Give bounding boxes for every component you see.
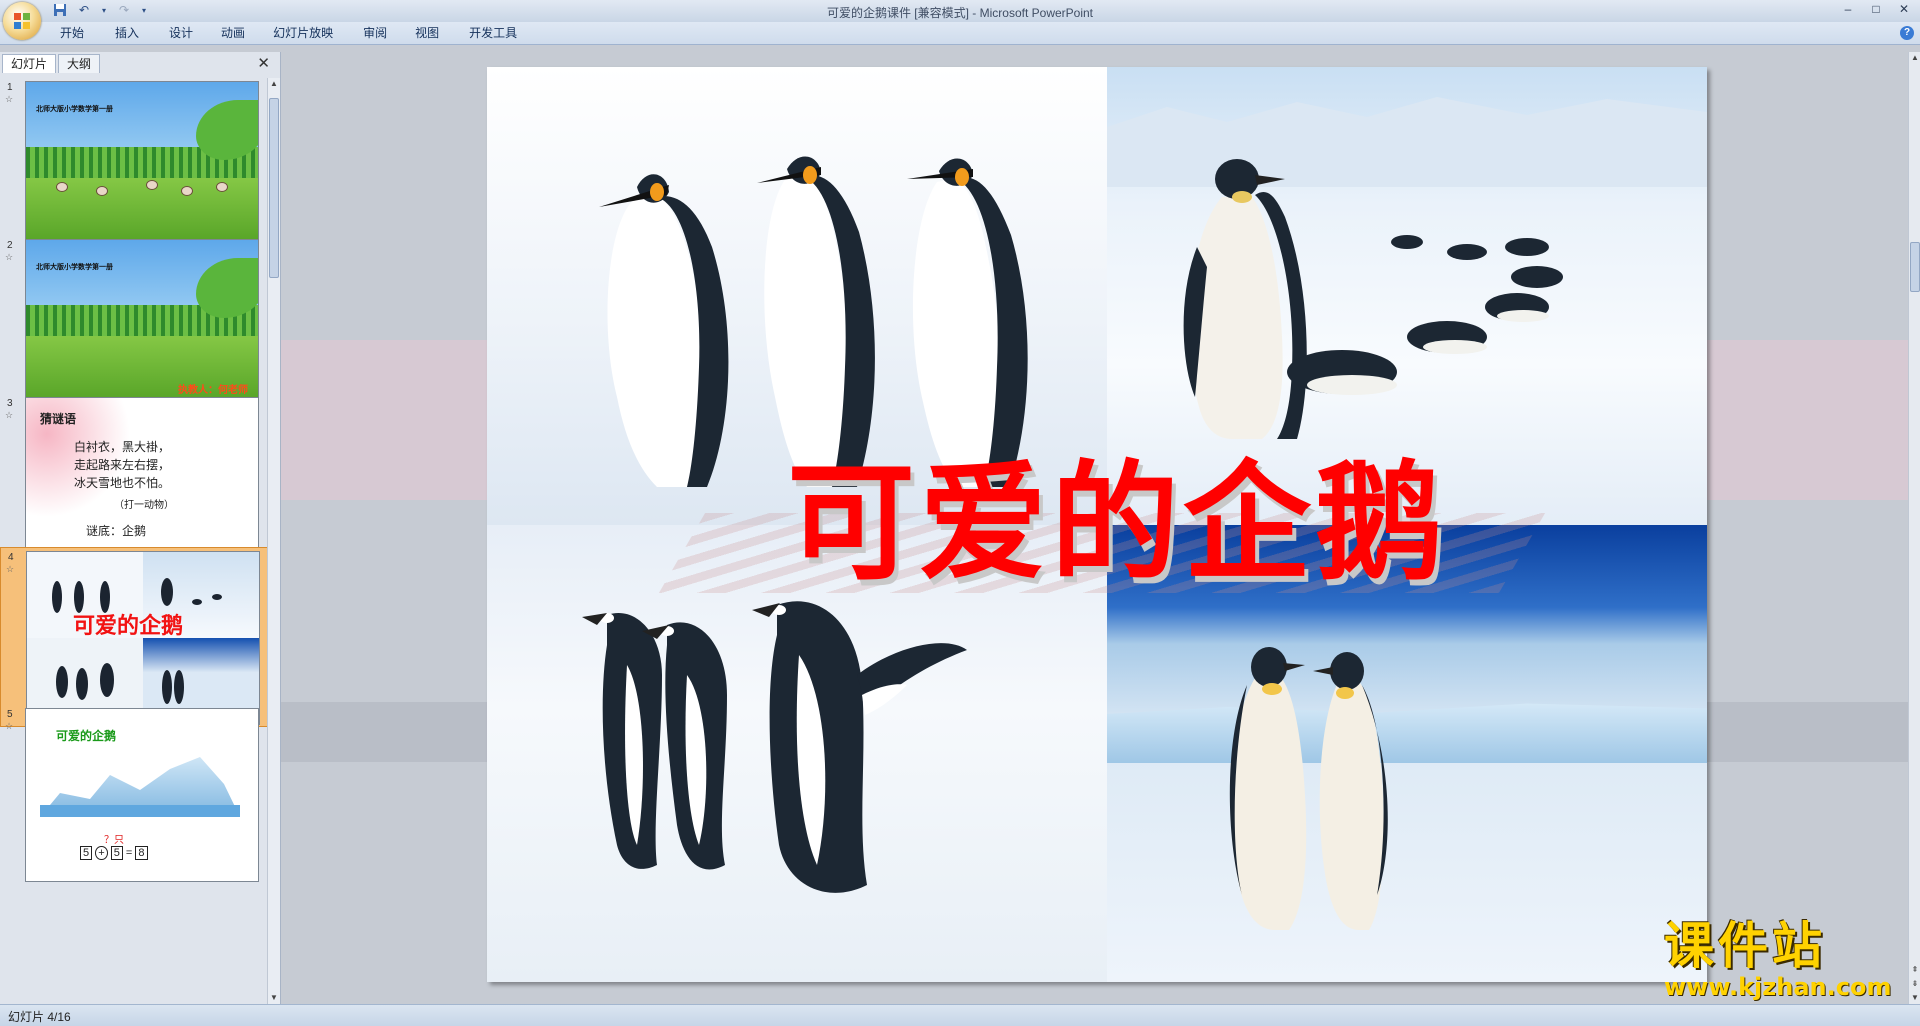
office-logo-icon [14,13,30,29]
equation-box: 5 [80,846,93,860]
scroll-up-icon[interactable]: ▲ [1909,52,1920,64]
thumbnail-preview: 可爱的企鹅 ？只 5 + 5 = 8 [25,708,259,882]
equation-box: 8 [135,846,148,860]
riddle-line: 走起路来左右摆， [74,458,171,472]
sheep-image [146,180,158,190]
tab-animations[interactable]: 动画 [221,25,273,42]
slide-number: 5 [7,709,13,720]
slide-number: 4 [8,552,14,563]
title-bar: ↶ ▾ ↷ ▾ 可爱的企鹅课件 [兼容模式] - Microsoft Power… [0,0,1920,22]
slide-number: 3 [7,398,13,409]
sheep-image [96,186,108,196]
riddle-answer: 谜底：企鹅 [86,524,147,538]
thumbnail-title: 北师大版小学数学第一册 [36,106,113,113]
slide-number: 1 [7,82,13,93]
animation-star-icon: ☆ [6,564,15,574]
tab-design[interactable]: 设计 [169,25,221,42]
next-slide-icon[interactable]: ⇟ [1909,978,1920,990]
previous-slide-icon[interactable]: ⇞ [1909,964,1920,976]
riddle-line: 冰天雪地也不怕。 [74,476,171,490]
question-text: ？只 [104,835,124,846]
slide-thumbnail-5[interactable]: 5 ☆ 可爱的企鹅 ？只 5 + 5 = 8 [0,705,268,885]
window-title: 可爱的企鹅课件 [兼容模式] - Microsoft PowerPoint [826,6,1094,20]
scroll-down-icon[interactable]: ▼ [268,992,280,1004]
slide-number: 2 [7,240,13,251]
thumbnail-title: 猜谜语 [40,412,77,426]
office-button[interactable] [3,2,41,40]
scroll-down-icon[interactable]: ▼ [1909,992,1920,1004]
thumbnail-scrollbar[interactable]: ▲ ▼ [267,78,280,1004]
current-slide[interactable]: 可爱的企鹅 [487,67,1707,982]
status-bar: 幻灯片 4/16 [0,1004,1920,1026]
riddle-line: 白衬衣，黑大褂， [74,440,171,454]
tab-home[interactable]: 开始 [60,25,115,42]
maximize-button[interactable]: □ [1864,1,1888,18]
slide-scrollbar[interactable]: ▲ ⇞ ⇟ ▼ [1908,52,1920,1004]
close-panel-icon[interactable]: ✕ [257,54,270,72]
equation-operator: + [95,846,108,860]
thumbnail-title: 可爱的企鹅 [73,613,184,638]
sheep-image [56,182,68,192]
tab-insert[interactable]: 插入 [115,25,169,42]
slide-thumbnail-list: 1 ☆ 北师大版小学数学第一册 2 ☆ 北师大版小学数学第一册 执教人：何老师 … [0,78,268,1004]
thumbnail-preview: 北师大版小学数学第一册 [25,81,259,255]
water-image [40,805,240,817]
thumbnail-preview: 北师大版小学数学第一册 执教人：何老师 [25,239,259,413]
sheep-image [216,182,228,192]
thumbnail-preview: 猜谜语 白衬衣，黑大褂， 走起路来左右摆， 冰天雪地也不怕。 （打一动物） 谜底… [25,397,259,571]
equation-equals: = [125,847,133,859]
tab-view[interactable]: 视图 [415,25,469,42]
slide-thumbnail-2[interactable]: 2 ☆ 北师大版小学数学第一册 执教人：何老师 [0,236,268,416]
tab-slideshow[interactable]: 幻灯片放映 [273,25,363,42]
help-icon[interactable]: ? [1900,26,1914,40]
slide-thumbnail-4[interactable]: 4 ☆ 可爱的企鹅 [0,547,268,727]
sheep-image [181,186,193,196]
window-controls: – □ ✕ [1836,1,1916,18]
tab-outline[interactable]: 大纲 [58,54,101,73]
minimize-button[interactable]: – [1836,1,1860,18]
thumbnail-preview: 可爱的企鹅 [26,551,260,725]
tab-slides[interactable]: 幻灯片 [2,54,57,73]
animation-star-icon: ☆ [5,721,14,731]
equation: 5 + 5 = 8 [80,846,148,860]
slide-indicator: 幻灯片 4/16 [8,1010,71,1024]
tab-developer[interactable]: 开发工具 [469,25,537,42]
slide-title[interactable]: 可爱的企鹅 [787,419,1447,604]
slides-panel: 幻灯片 大纲 ✕ 1 ☆ 北师大版小学数学第一册 2 ☆ 北师大版小学数学第一册… [0,52,281,1004]
animation-star-icon: ☆ [5,410,14,420]
scroll-up-icon[interactable]: ▲ [268,78,280,90]
riddle-hint: （打一动物） [114,500,174,511]
tab-review[interactable]: 审阅 [363,25,415,42]
animation-star-icon: ☆ [5,252,14,262]
equation-box: 5 [110,846,123,860]
slide-thumbnail-1[interactable]: 1 ☆ 北师大版小学数学第一册 [0,78,268,258]
scroll-thumb[interactable] [269,98,279,278]
scroll-thumb[interactable] [1910,242,1920,292]
ribbon-tab-bar: 开始 插入 设计 动画 幻灯片放映 审阅 视图 开发工具 ? [0,22,1920,45]
thumbnail-title: 北师大版小学数学第一册 [36,264,113,271]
thumbnail-title: 可爱的企鹅 [56,729,117,743]
animation-star-icon: ☆ [5,94,14,104]
close-button[interactable]: ✕ [1892,1,1916,18]
